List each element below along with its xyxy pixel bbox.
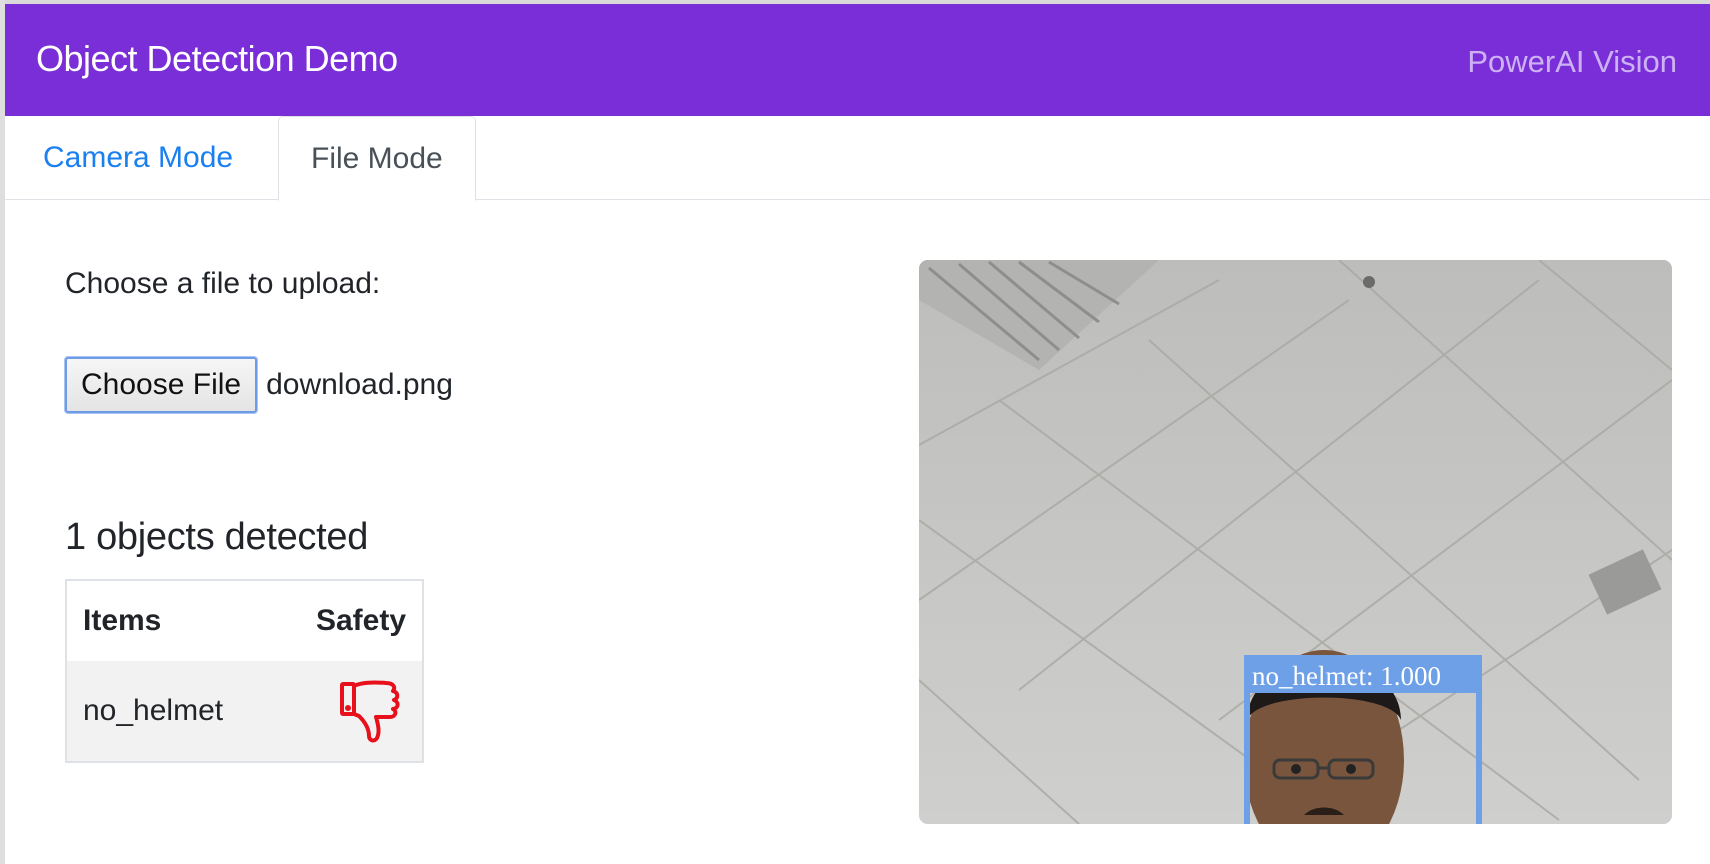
detection-box-label: no_helmet: 1.000 (1252, 661, 1441, 691)
mode-tabs: Camera Mode File Mode (5, 116, 1710, 201)
tab-camera-mode[interactable]: Camera Mode (11, 116, 265, 200)
choose-file-button[interactable]: Choose File (65, 357, 258, 413)
results-table: Items Safety no_helmet (65, 579, 424, 763)
selected-file-name: download.png (266, 368, 453, 401)
powerai-vision-label[interactable]: PowerAI Vision (1467, 44, 1677, 80)
item-name-cell: no_helmet (66, 661, 275, 762)
file-input: Choose File download.png (65, 356, 453, 414)
table-row: no_helmet (66, 661, 423, 762)
safety-cell (274, 661, 423, 762)
page: Object Detection Demo PowerAI Vision Cam… (0, 0, 1710, 864)
detection-count-heading: 1 objects detected (65, 516, 369, 558)
upload-label: Choose a file to upload: (65, 267, 381, 300)
header-bar: Object Detection Demo PowerAI Vision (5, 4, 1710, 116)
app-title[interactable]: Object Detection Demo (36, 38, 398, 80)
table-header-row: Items Safety (66, 580, 423, 661)
column-header-safety: Safety (274, 580, 423, 661)
column-header-items: Items (66, 580, 275, 661)
detection-image: no_helmet: 1.000 (919, 260, 1672, 824)
thumbs-down-icon (340, 678, 402, 744)
tab-file-mode[interactable]: File Mode (278, 116, 476, 201)
